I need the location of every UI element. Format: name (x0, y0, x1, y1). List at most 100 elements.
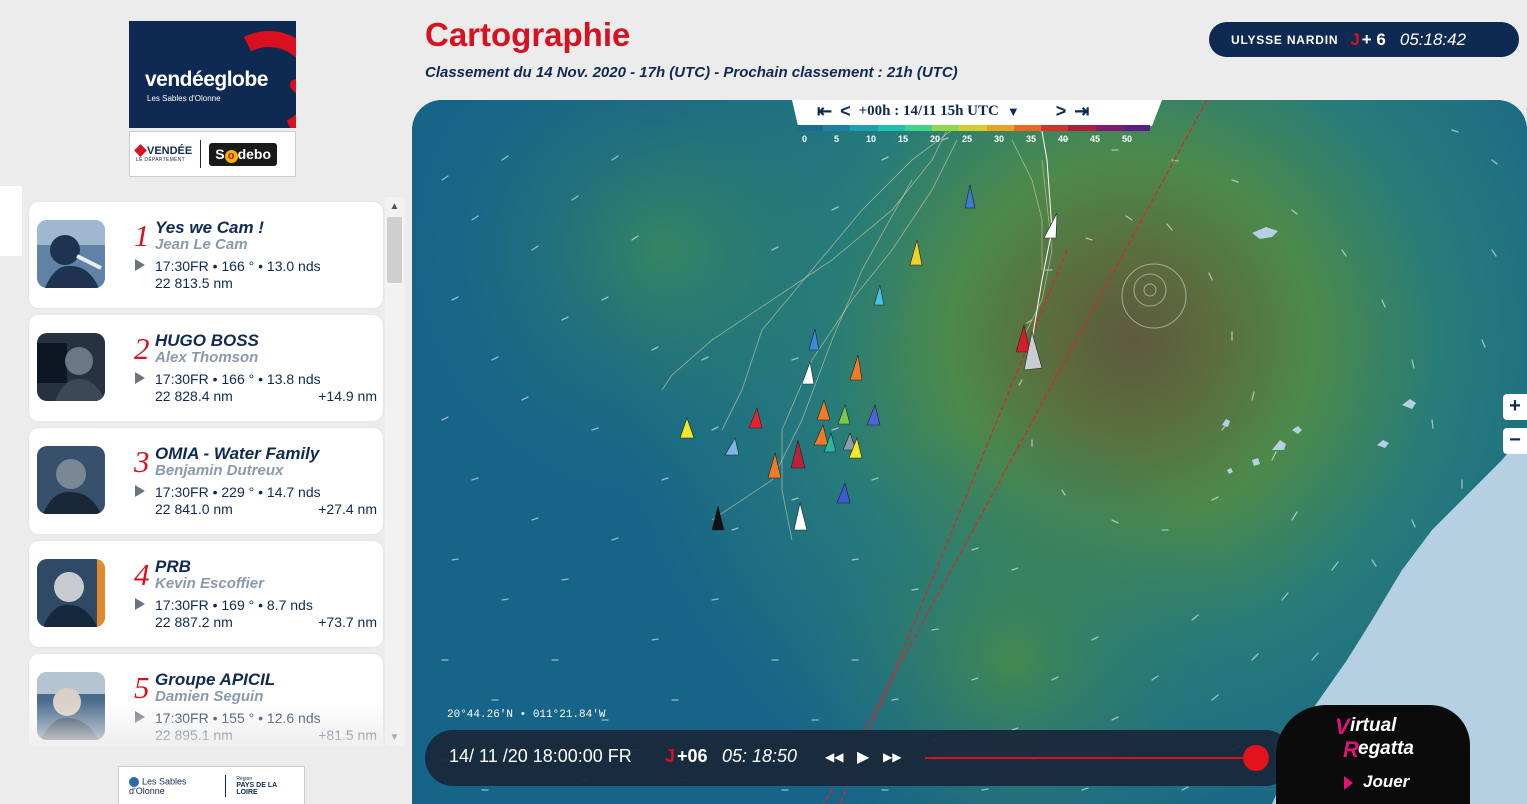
playback-day-label: J (665, 746, 676, 766)
boat-stats: 17:30FR • 155 ° • 12.6 nds (155, 710, 321, 726)
boat-stats: 17:30FR • 169 ° • 8.7 nds (155, 597, 313, 613)
wind-scale-label: 50 (1122, 134, 1133, 144)
skipper-avatar (37, 333, 105, 401)
ranking-schedule: Classement du 14 Nov. 2020 - 17h (UTC) -… (425, 64, 958, 81)
ranking-item[interactable]: 4 PRB Kevin Escoffier 17:30FR • 169 ° • … (29, 541, 383, 647)
skipper-name: Benjamin Dutreux (155, 462, 284, 479)
virtual-regatta-promo[interactable]: V irtual R egatta Jouer (1276, 705, 1470, 804)
playback-progress-handle[interactable] (1243, 745, 1270, 771)
wind-scale-label: 35 (1026, 134, 1037, 144)
last-frame-button[interactable]: ⇥ (1074, 101, 1089, 122)
race-map[interactable]: ⇤ < +00h : 14/11 15h UTC ▼ > ⇥ 0 5 10 15 20 2… (412, 100, 1527, 804)
wind-scale-segment (959, 125, 987, 131)
wind-scale-segment (877, 125, 905, 131)
boat-name: Groupe APICIL (155, 670, 276, 689)
play-icon[interactable] (135, 485, 145, 497)
ranking-item[interactable]: 3 OMIA - Water Family Benjamin Dutreux 1… (29, 428, 383, 534)
scroll-up-icon[interactable]: ▲ (389, 201, 400, 212)
boat-stats: 17:30FR • 166 ° • 13.8 nds (155, 371, 321, 387)
skipper-avatar (37, 672, 105, 740)
distance-to-finish: 22 895.1 nm (155, 727, 233, 743)
play-icon[interactable] (135, 711, 145, 723)
boat-name: PRB (155, 557, 191, 576)
gap-to-leader: +73.7 nm (318, 614, 377, 630)
app-root: vendéeglobe Les Sables d'Olonne VENDÉE L… (0, 0, 1527, 804)
gap-to-leader: +27.4 nm (318, 501, 377, 517)
forecast-time-label: +00h : 14/11 15h UTC (858, 102, 999, 119)
wind-scale-label: 10 (866, 134, 877, 144)
playback-day-value: +06 (677, 746, 708, 766)
gap-to-leader: +81.5 nm (318, 727, 377, 743)
ranking-list[interactable]: 1 Yes we Cam ! Jean Le Cam 17:30FR • 166… (27, 197, 404, 746)
vendee-department-logo: VENDÉE LE DÉPARTEMENT (134, 144, 193, 163)
rank-number: 4 (134, 557, 150, 592)
wind-scale-label: 5 (834, 134, 840, 144)
day-label: J (1350, 29, 1360, 49)
distance-to-finish: 22 887.2 nm (155, 614, 233, 630)
wind-scale-segment (796, 125, 824, 131)
elapsed-time: 05:18:42 (1399, 29, 1467, 49)
play-icon[interactable] (135, 259, 145, 271)
wind-scale-label: 25 (962, 134, 973, 144)
wind-scale-segment (1013, 125, 1042, 131)
sponsor-brand: ULYSSE NARDIN (1231, 32, 1339, 47)
wind-scale-segment (1041, 125, 1069, 131)
playback-progress-track[interactable] (925, 757, 1260, 759)
day-value: + 6 (1361, 29, 1386, 49)
wind-scale-segment (1068, 125, 1096, 131)
wind-scale-segment (1122, 125, 1151, 131)
skipper-avatar (37, 220, 105, 288)
zoom-out-button[interactable]: − (1503, 428, 1527, 454)
partner1-name: VENDÉE (147, 145, 193, 157)
rank-number: 5 (134, 670, 150, 705)
vr-play-button[interactable]: Jouer (1363, 772, 1409, 792)
footer-divider (225, 775, 227, 797)
vendee-globe-logo[interactable]: vendéeglobe Les Sables d'Olonne (129, 21, 296, 128)
pays-text: PAYS DE LA LOIRE (236, 782, 277, 796)
wind-scale-label: 30 (994, 134, 1005, 144)
wind-scale-segment (850, 125, 878, 131)
wind-scale-segment (1095, 125, 1123, 131)
vendee-heart-icon (134, 144, 147, 157)
ranking-item[interactable]: 2 HUGO BOSS Alex Thomson 17:30FR • 166 °… (29, 315, 383, 421)
rank-number: 3 (134, 444, 150, 479)
wind-scale-label: 20 (930, 134, 941, 144)
time-dropdown-icon[interactable]: ▼ (1007, 104, 1020, 119)
ranking-scrollbar[interactable]: ▲ ▼ (385, 197, 405, 746)
fast-forward-icon[interactable]: ▶▶ (883, 750, 901, 764)
previous-frame-button[interactable]: < (840, 101, 851, 122)
wind-scale-label: 45 (1090, 134, 1101, 144)
vr-logo-r: R (1343, 737, 1359, 762)
map-canvas[interactable] (412, 100, 1527, 804)
wind-scale-segment (932, 125, 960, 131)
scroll-thumb[interactable] (387, 217, 402, 283)
skipper-name: Damien Seguin (155, 688, 264, 705)
skipper-name: Kevin Escoffier (155, 575, 264, 592)
zoom-in-button[interactable]: + (1503, 394, 1527, 420)
logo-sub-text: Les Sables d'Olonne (147, 94, 221, 103)
ranking-item[interactable]: 5 Groupe APICIL Damien Seguin 17:30FR • … (29, 654, 383, 746)
boat-stats: 17:30FR • 166 ° • 13.0 nds (155, 258, 321, 274)
partner1-sub: LE DÉPARTEMENT (136, 157, 186, 163)
sables-logo: Les Sables d'Olonne (129, 776, 215, 796)
side-tab[interactable] (0, 186, 22, 256)
play-icon[interactable] (135, 372, 145, 384)
skipper-name: Jean Le Cam (155, 236, 248, 253)
next-frame-button[interactable]: > (1056, 101, 1067, 122)
wind-scale-segment (823, 125, 851, 131)
wind-scale-segment (904, 125, 933, 131)
play-icon[interactable] (135, 598, 145, 610)
first-frame-button[interactable]: ⇤ (817, 101, 832, 122)
rank-number: 1 (134, 218, 150, 253)
pays-de-la-loire-logo: Région PAYS DE LA LOIRE (236, 776, 294, 796)
partner-footer-logo: Les Sables d'Olonne Région PAYS DE LA LOI… (118, 766, 305, 804)
playback-time: 05: 18:50 (722, 746, 798, 766)
scroll-down-icon[interactable]: ▼ (389, 732, 400, 743)
distance-to-finish: 22 841.0 nm (155, 501, 233, 517)
time-controls: ⇤ < +00h : 14/11 15h UTC ▼ > ⇥ (817, 100, 1089, 122)
rewind-icon[interactable]: ◀◀ (825, 750, 843, 764)
play-icon[interactable]: ▶ (857, 747, 869, 767)
wind-scale-label: 40 (1058, 134, 1069, 144)
boat-name: OMIA - Water Family (155, 444, 320, 463)
ranking-item[interactable]: 1 Yes we Cam ! Jean Le Cam 17:30FR • 166… (29, 202, 383, 308)
